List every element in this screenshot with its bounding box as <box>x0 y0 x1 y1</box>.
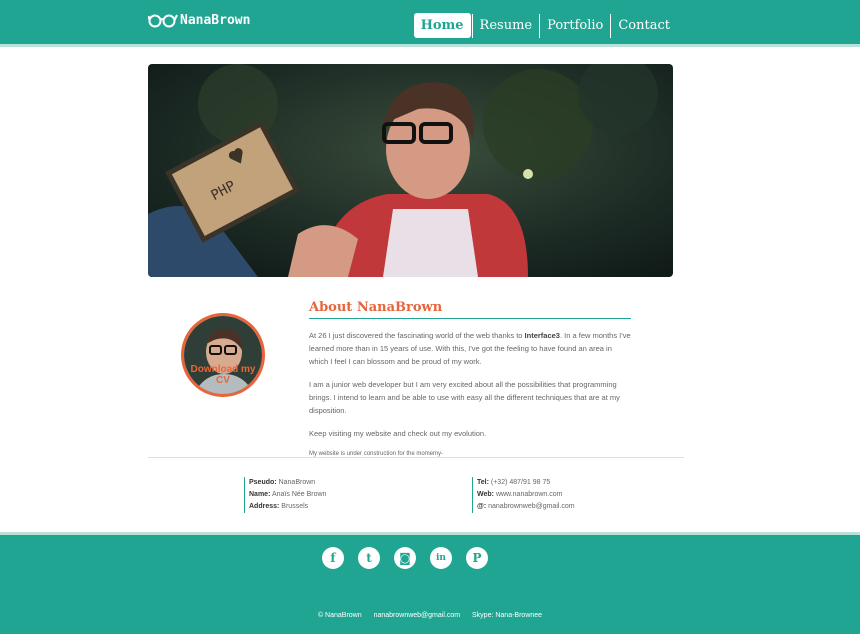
info-label: Pseudo: <box>249 479 277 486</box>
nav-resume[interactable]: Resume <box>474 14 539 37</box>
contact-info: Tel: (+32) 487/91 98 75 Web: www.nanabro… <box>472 477 575 513</box>
linkedin-icon[interactable]: in <box>430 547 452 569</box>
info-row: Address: Brussels <box>249 501 326 513</box>
section-divider <box>148 457 684 458</box>
website-link[interactable]: www.nanabrown.com <box>496 491 563 498</box>
main-nav: Home Resume Portfolio Contact <box>413 13 676 38</box>
facebook-icon[interactable]: f <box>322 547 344 569</box>
skype-text: Skype: Nana-Brownee <box>472 612 543 619</box>
personal-info: Pseudo: NanaBrown Name: Anaïs Née Brown … <box>244 477 326 513</box>
construction-note: My website is under construction for the… <box>309 451 444 457</box>
hero-image: PHP <box>148 64 673 277</box>
instagram-icon[interactable]: ◙ <box>394 547 416 569</box>
download-cv-label: Download my CV <box>190 364 256 386</box>
info-value: Anaïs Née Brown <box>271 491 327 498</box>
site-logo[interactable]: NanaBrown <box>148 12 250 28</box>
info-row: Tel: (+32) 487/91 98 75 <box>477 477 575 489</box>
interface3-link: Interface3 <box>524 331 560 340</box>
footer-email-link[interactable]: nanabrownweb@gmail.com <box>374 612 460 619</box>
info-value: NanaBrown <box>278 479 316 486</box>
social-links: f t ◙ in P <box>322 547 488 569</box>
nav-divider <box>610 13 612 38</box>
nav-home[interactable]: Home <box>413 13 471 38</box>
info-row: Pseudo: NanaBrown <box>249 477 326 489</box>
nav-portfolio[interactable]: Portfolio <box>541 14 609 37</box>
email-link[interactable]: nanabrownweb@gmail.com <box>488 503 574 510</box>
info-label: Address: <box>249 503 280 510</box>
about-text: At 26 I just discovered the fascinating … <box>309 331 525 340</box>
site-footer: f t ◙ in P © NanaBrown nanabrownweb@gmai… <box>0 532 860 634</box>
info-value: (+32) 487/91 98 75 <box>490 479 551 486</box>
site-header: NanaBrown Home Resume Portfolio Contact <box>0 0 860 47</box>
about-section: About NanaBrown At 26 I just discovered … <box>309 300 631 461</box>
about-paragraph: At 26 I just discovered the fascinating … <box>309 329 631 368</box>
info-label: @: <box>477 503 487 510</box>
info-label: Web: <box>477 491 494 498</box>
twitter-icon[interactable]: t <box>358 547 380 569</box>
info-label: Tel: <box>477 479 489 486</box>
about-paragraph: Keep visiting my website and check out m… <box>309 429 487 438</box>
info-row: Name: Anaïs Née Brown <box>249 489 326 501</box>
pinterest-icon[interactable]: P <box>466 547 488 569</box>
nav-divider <box>539 13 541 38</box>
footer-info: © NanaBrown nanabrownweb@gmail.com Skype… <box>0 612 860 619</box>
glasses-icon <box>148 14 178 28</box>
nav-divider <box>471 13 473 38</box>
nav-contact[interactable]: Contact <box>612 14 676 37</box>
avatar-download-cv[interactable]: Download my CV <box>181 313 265 397</box>
info-row: Web: www.nanabrown.com <box>477 489 575 501</box>
info-row: @: nanabrownweb@gmail.com <box>477 501 575 513</box>
about-paragraph: I am a junior web developer but I am ver… <box>309 380 620 415</box>
hero-photo: PHP <box>148 64 673 277</box>
info-label: Name: <box>249 491 271 498</box>
about-title: About NanaBrown <box>309 300 631 319</box>
info-value: Brussels <box>281 503 309 510</box>
copyright-text: © NanaBrown <box>317 612 362 619</box>
logo-text: NanaBrown <box>180 12 251 28</box>
